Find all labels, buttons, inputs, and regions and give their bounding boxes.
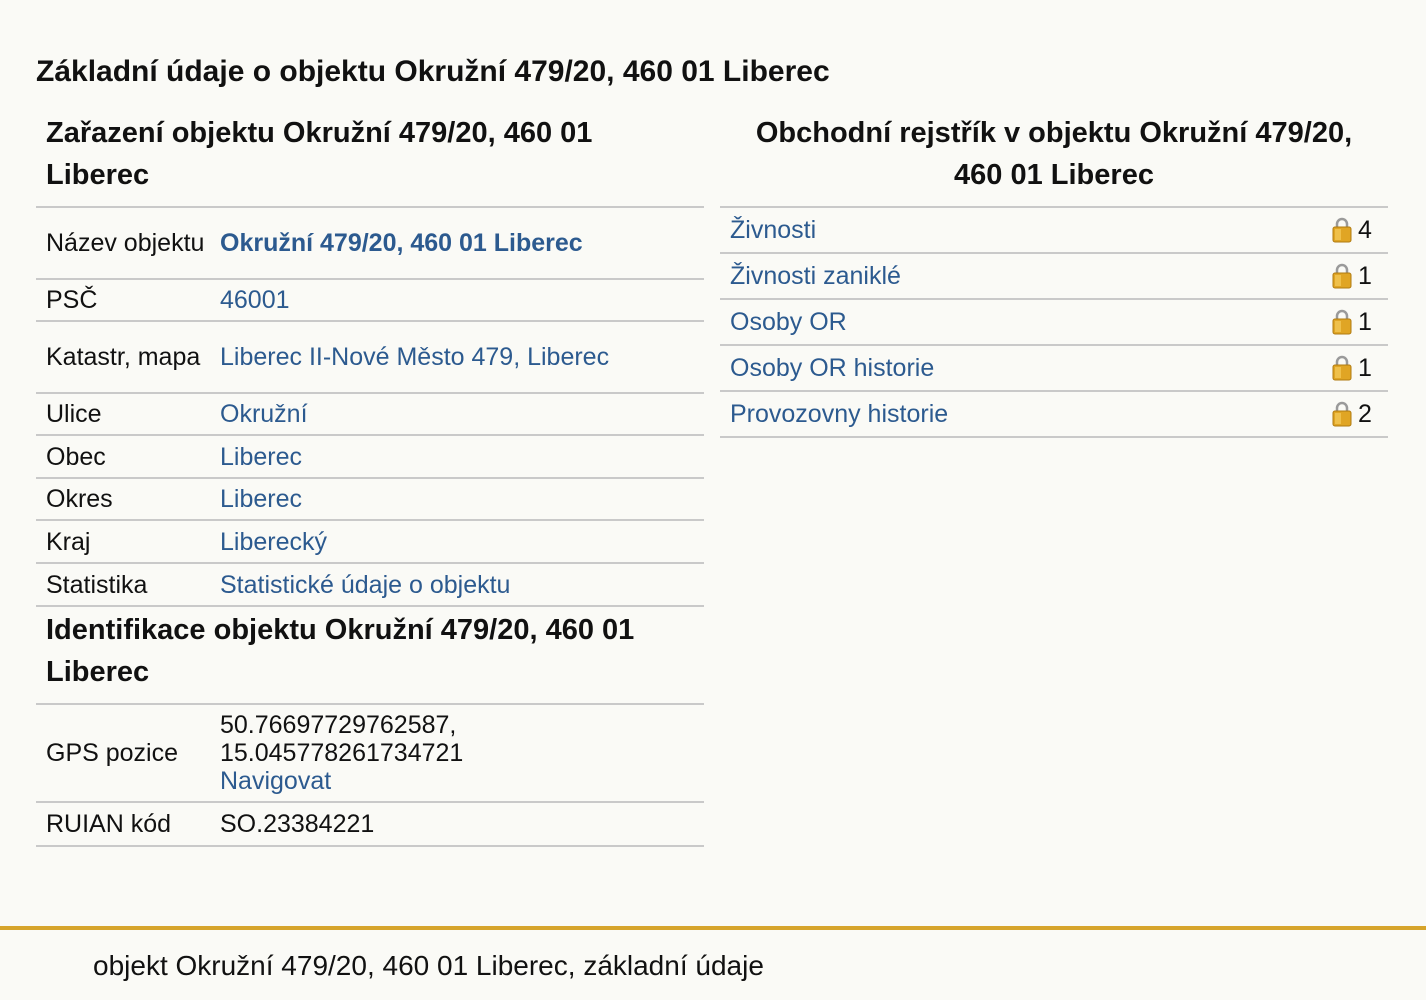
info-row-municipality: Obec Liberec [36, 436, 704, 479]
register-count: 1 [1358, 261, 1372, 290]
register-count: 4 [1358, 215, 1372, 244]
register-row: Osoby OR historie 1 [720, 346, 1388, 392]
register-row: Osoby OR 1 [720, 300, 1388, 346]
object-name-link[interactable]: Okružní 479/20, 460 01 Liberec [220, 229, 583, 257]
register-link-zivnosti[interactable]: Živnosti [720, 216, 1332, 245]
info-row-name: Název objektu Okružní 479/20, 460 01 Lib… [36, 208, 704, 280]
info-row-cadastre: Katastr, mapa Liberec II-Nové Město 479,… [36, 322, 704, 394]
info-label: GPS pozice [46, 739, 179, 767]
register-link-osoby-or-historie[interactable]: Osoby OR historie [720, 354, 1332, 383]
gps-latitude: 50.76697729762587, [220, 711, 457, 739]
register-link-zivnosti-zanikle[interactable]: Živnosti zaniklé [720, 262, 1332, 291]
district-link[interactable]: Liberec [220, 485, 302, 513]
identification-title: Identifikace objektu Okružní 479/20, 460… [36, 607, 704, 705]
info-label: Obec [46, 442, 106, 471]
info-row-district: Okres Liberec [36, 479, 704, 521]
lock-icon [1332, 309, 1352, 335]
register-row: Provozovny historie 2 [720, 392, 1388, 438]
info-label: RUIAN kód [46, 810, 172, 838]
info-label: Kraj [46, 527, 91, 556]
info-label: Název objektu [46, 229, 205, 257]
info-label: Katastr, mapa [46, 343, 201, 371]
lock-icon [1332, 217, 1352, 243]
street-link[interactable]: Okružní [220, 400, 308, 428]
register-link-provozovny-historie[interactable]: Provozovny historie [720, 400, 1332, 429]
left-column: Zařazení objektu Okružní 479/20, 460 01 … [36, 110, 704, 847]
ruian-code: SO.23384221 [220, 810, 375, 838]
info-row-statistics: Statistika Statistické údaje o objektu [36, 564, 704, 607]
page-title: Základní údaje o objektu Okružní 479/20,… [36, 55, 830, 88]
register-row: Živnosti 4 [720, 208, 1388, 254]
info-row-street: Ulice Okružní [36, 394, 704, 436]
info-row-psc: PSČ 46001 [36, 280, 704, 322]
register-row: Živnosti zaniklé 1 [720, 254, 1388, 300]
info-row-ruian: RUIAN kód SO.23384221 [36, 803, 704, 847]
info-label: Ulice [46, 400, 102, 428]
register-title: Obchodní rejstřík v objektu Okružní 479/… [720, 110, 1388, 208]
register-link-osoby-or[interactable]: Osoby OR [720, 308, 1332, 337]
info-row-gps: GPS pozice 50.76697729762587, 15.0457782… [36, 705, 704, 803]
footer-text: objekt Okružní 479/20, 460 01 Liberec, z… [93, 950, 764, 981]
classification-title: Zařazení objektu Okružní 479/20, 460 01 … [36, 110, 704, 208]
footer-divider [0, 926, 1426, 930]
lock-icon [1332, 355, 1352, 381]
cadastre-link[interactable]: Liberec II-Nové Město 479, Liberec [220, 343, 609, 371]
lock-icon [1332, 401, 1352, 427]
region-link[interactable]: Liberecký [220, 528, 327, 556]
info-label: PSČ [46, 286, 98, 314]
lock-icon [1332, 263, 1352, 289]
info-label: Statistika [46, 570, 148, 599]
statistics-link[interactable]: Statistické údaje o objektu [220, 571, 510, 599]
psc-link[interactable]: 46001 [220, 286, 290, 314]
gps-longitude: 15.045778261734721 [220, 739, 464, 767]
navigate-link[interactable]: Navigovat [220, 767, 331, 795]
municipality-link[interactable]: Liberec [220, 443, 302, 471]
right-column: Obchodní rejstřík v objektu Okružní 479/… [720, 110, 1388, 438]
register-count: 1 [1358, 307, 1372, 336]
register-count: 2 [1358, 399, 1372, 428]
info-row-region: Kraj Liberecký [36, 521, 704, 564]
info-label: Okres [46, 485, 113, 513]
register-count: 1 [1358, 353, 1372, 382]
